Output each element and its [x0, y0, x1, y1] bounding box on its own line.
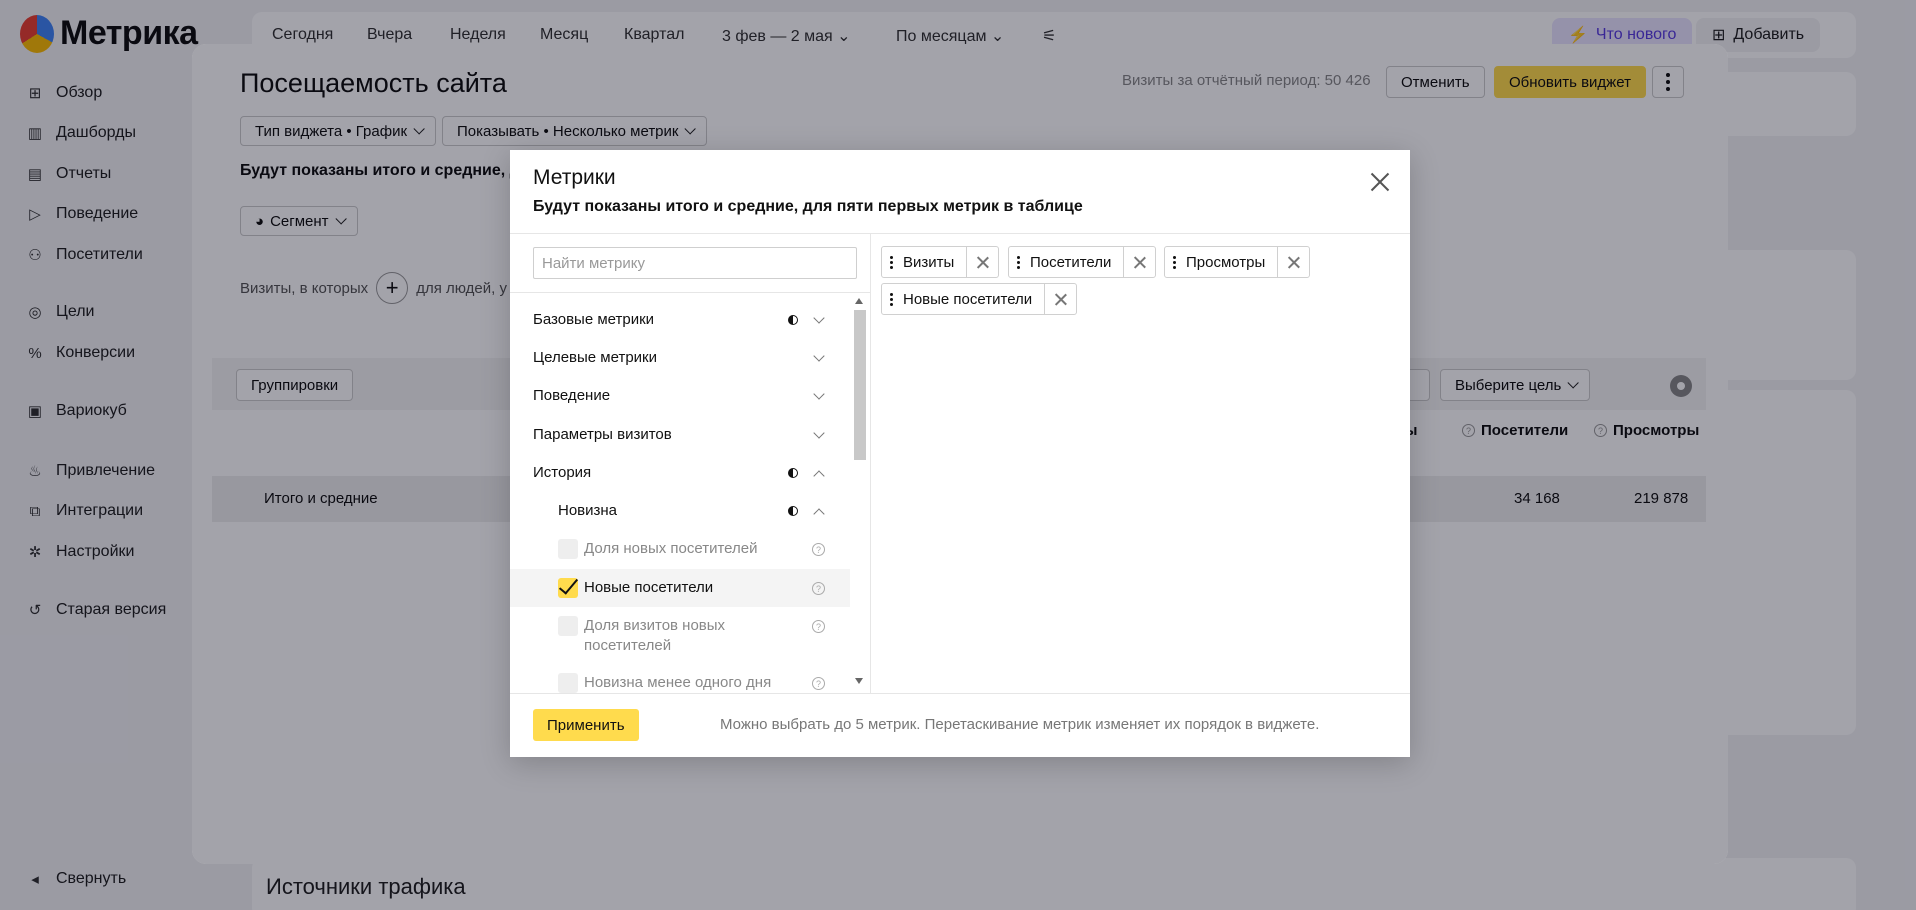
chevron-down-icon [813, 350, 825, 362]
remove-icon[interactable] [1277, 247, 1309, 277]
metrics-tree: Базовые метрики Целевые метрики Поведени… [510, 293, 850, 693]
drag-handle-icon[interactable] [1173, 255, 1176, 269]
chevron-up-icon [813, 470, 825, 482]
remove-icon[interactable] [1044, 284, 1076, 314]
metric-item-label: Новизна менее одного дня [584, 674, 772, 691]
chip-label: Визиты [903, 253, 955, 271]
chevron-down-icon [813, 427, 825, 439]
tree-subgroup-novelty[interactable]: Новизна [510, 502, 850, 524]
chip-label: Посетители [1030, 253, 1112, 271]
tree-group-label: Базовые метрики [533, 311, 655, 328]
chip-body[interactable]: Посетители [1009, 247, 1123, 277]
tree-group-label: Поведение [533, 387, 611, 404]
hint-text: Можно выбрать до 5 метрик. Перетаскивани… [720, 716, 1320, 733]
partial-selection-icon [788, 506, 798, 516]
tree-group-behavior[interactable]: Поведение [510, 387, 850, 409]
tree-group-basic[interactable]: Базовые метрики [510, 311, 850, 333]
drag-handle-icon[interactable] [890, 255, 893, 269]
chip-label: Просмотры [1186, 253, 1266, 271]
tree-group-label: Целевые метрики [533, 349, 657, 366]
tree-group-visit-params[interactable]: Параметры визитов [510, 426, 850, 448]
metric-item-selected[interactable]: Новые посетители ? [510, 578, 850, 603]
selected-metric-chip[interactable]: Новые посетители [881, 283, 1078, 315]
tree-group-goals[interactable]: Целевые метрики [510, 349, 850, 371]
chip-body[interactable]: Новые посетители [882, 284, 1044, 314]
metric-item-label-line2: посетителей [584, 637, 672, 654]
chip-body[interactable]: Просмотры [1165, 247, 1277, 277]
metric-item-label: Доля новых посетителей [584, 540, 758, 557]
apply-button[interactable]: Применить [533, 709, 639, 741]
partial-selection-icon [788, 315, 798, 325]
help-icon[interactable]: ? [812, 543, 825, 556]
drag-handle-icon[interactable] [1017, 255, 1020, 269]
chevron-up-icon [813, 508, 825, 520]
partial-selection-icon [788, 468, 798, 478]
scrollbar[interactable] [852, 298, 866, 686]
scroll-down-icon[interactable] [855, 678, 863, 684]
tree-subgroup-label: Новизна [558, 502, 618, 519]
divider [510, 233, 1410, 234]
metrics-modal: Метрики Будут показаны итого и средние, … [510, 150, 1410, 757]
metric-item-label: Новые посетители [584, 579, 714, 596]
scrollbar-thumb[interactable] [854, 310, 866, 460]
modal-subtitle: Будут показаны итого и средние, для пяти… [533, 198, 1083, 215]
checkbox[interactable] [558, 616, 578, 636]
remove-icon[interactable] [966, 247, 998, 277]
remove-icon[interactable] [1123, 247, 1155, 277]
close-icon[interactable] [1368, 170, 1392, 194]
divider [870, 234, 871, 693]
help-icon[interactable]: ? [812, 620, 825, 633]
checkbox[interactable] [558, 539, 578, 559]
tree-group-history[interactable]: История [510, 464, 850, 486]
metric-item-label: Доля визитов новых [584, 617, 726, 634]
modal-title: Метрики [533, 166, 616, 189]
selected-metric-chip[interactable]: Визиты [881, 246, 1000, 278]
divider [510, 693, 1410, 694]
help-icon[interactable]: ? [812, 677, 825, 690]
tree-group-label: Параметры визитов [533, 426, 672, 443]
selected-metric-chip[interactable]: Просмотры [1164, 246, 1311, 278]
tree-group-label: История [533, 464, 592, 481]
metric-item[interactable]: Доля новых посетителей ? [510, 539, 850, 564]
chevron-down-icon [813, 388, 825, 400]
metric-search-input[interactable] [533, 247, 857, 279]
checkbox-checked[interactable] [558, 578, 578, 598]
metric-item[interactable]: Доля визитов новых посетителей ? [510, 616, 850, 661]
chip-body[interactable]: Визиты [882, 247, 966, 277]
checkbox[interactable] [558, 673, 578, 693]
selected-metric-chip[interactable]: Посетители [1008, 246, 1157, 278]
metric-item[interactable]: Новизна менее одного дня ? [510, 673, 850, 693]
chevron-down-icon [813, 312, 825, 324]
help-icon[interactable]: ? [812, 582, 825, 595]
chip-label: Новые посетители [903, 290, 1033, 308]
drag-handle-icon[interactable] [890, 292, 893, 306]
scroll-up-icon[interactable] [855, 298, 863, 304]
